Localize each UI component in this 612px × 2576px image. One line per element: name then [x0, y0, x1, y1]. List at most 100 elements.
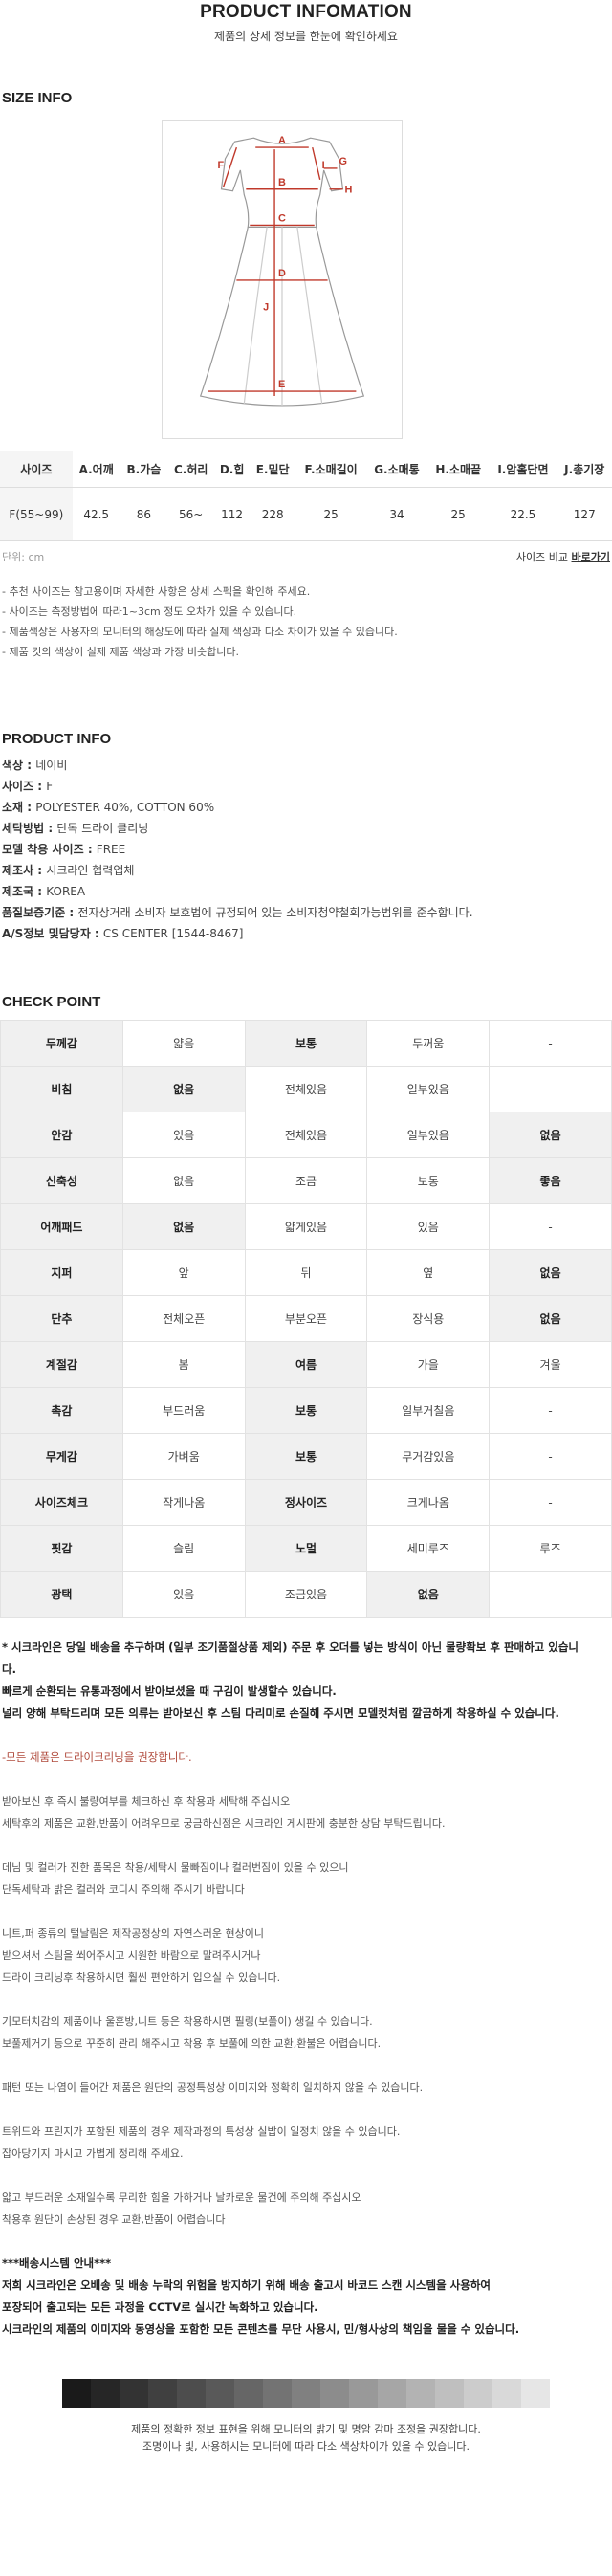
check-option: 조금있음 — [244, 1571, 368, 1618]
label-i: I — [322, 160, 325, 171]
check-option-selected: 보통 — [244, 1020, 368, 1067]
check-row-label: 무게감 — [0, 1433, 123, 1480]
product-info-item: 모델 착용 사이즈 : FREE — [2, 843, 126, 856]
shipping-notice-line: 포장되어 출고되는 모든 과정을 CCTV로 실시간 녹화하고 있습니다. — [2, 2301, 318, 2314]
check-option: 전체있음 — [244, 1112, 368, 1158]
care-bold-line: * 시크라인은 당일 배송을 추구하며 (일부 조기품절상품 제외) 주문 후 … — [2, 1640, 579, 1654]
size-cell: 56~ — [167, 487, 215, 541]
check-row: 핏감 슬림 노멀 세미루즈 루즈 — [0, 1525, 612, 1572]
check-option: 부분오픈 — [244, 1295, 368, 1342]
check-option: 슬림 — [121, 1525, 246, 1572]
check-row: 계절감 봄 여름 가을 겨울 — [0, 1341, 612, 1388]
care-line: 받아보신 후 즉시 불량여부를 체크하신 후 착용과 세탁해 주십시오 — [2, 1795, 291, 1808]
size-col-header: D.힙 — [214, 451, 250, 488]
page-subtitle: 제품의 상세 정보를 한눈에 확인하세요 — [214, 30, 398, 43]
check-row-label: 두께감 — [0, 1020, 123, 1067]
care-notice: * 시크라인은 당일 배송을 추구하며 (일부 조기품절상품 제외) 주문 후 … — [0, 1637, 612, 2341]
check-row: 사이즈체크 작게나옴 정사이즈 크게나옴 - — [0, 1479, 612, 1526]
check-row: 무게감 가벼움 보통 무거감있음 - — [0, 1433, 612, 1480]
check-option: 가벼움 — [121, 1433, 246, 1480]
check-row-label: 계절감 — [0, 1341, 123, 1388]
footer-line: 조명이나 빛, 사용하시는 모니터에 따라 다소 색상차이가 있을 수 있습니다… — [142, 2440, 470, 2453]
check-option: - — [489, 1433, 612, 1480]
label-c: C — [278, 212, 286, 224]
size-compare-link[interactable]: 사이즈 비교 바로가기 — [516, 549, 612, 564]
grayscale-swatch — [91, 2379, 120, 2408]
size-cell: 127 — [557, 487, 612, 541]
size-table: 사이즈 A.어깨 B.가슴 C.허리 D.힙 E.밑단 F.소매길이 G.소매통… — [0, 451, 612, 541]
check-option-selected: 보통 — [244, 1387, 368, 1434]
check-option: 조금 — [244, 1157, 368, 1204]
care-line: 니트,퍼 종류의 털날림은 제작공정상의 자연스러운 현상이니 — [2, 1927, 264, 1940]
care-line: 드라이 크리닝후 착용하시면 훨씬 편안하게 입으실 수 있습니다. — [2, 1971, 281, 1984]
shipping-notice-line: 저희 시크라인은 오배송 및 배송 누락의 위험을 방지하기 위해 배송 출고시… — [2, 2279, 491, 2292]
product-info-item: 제조국 : KOREA — [2, 885, 86, 898]
size-cell: 112 — [214, 487, 250, 541]
grayscale-swatch — [406, 2379, 435, 2408]
check-option: - — [489, 1203, 612, 1250]
check-option: 있음 — [121, 1112, 246, 1158]
size-note: - 제품색상은 사용자의 모니터의 해상도에 따라 실제 색상과 다소 차이가 … — [2, 626, 398, 638]
size-cell: 228 — [250, 487, 296, 541]
care-line: 단독세탁과 밝은 컬러와 코디시 주의해 주시기 바랍니다 — [2, 1883, 245, 1896]
check-option: 부드러움 — [121, 1387, 246, 1434]
label-a: A — [278, 135, 286, 146]
monitor-grayscale-bar — [62, 2379, 550, 2408]
product-info-item: 소재 : POLYESTER 40%, COTTON 60% — [2, 801, 215, 814]
size-col-header: E.밑단 — [250, 451, 296, 488]
check-option: 옆 — [366, 1249, 491, 1296]
care-bold-line: 다. — [2, 1662, 16, 1676]
check-row-label: 사이즈체크 — [0, 1479, 123, 1526]
check-row: 안감 있음 전체있음 일부있음 없음 — [0, 1112, 612, 1158]
label-f: F — [218, 160, 225, 171]
grayscale-swatch — [148, 2379, 177, 2408]
label-e: E — [278, 379, 285, 390]
product-info-item: 사이즈 : F — [2, 780, 54, 793]
check-option: 봄 — [121, 1341, 246, 1388]
check-option: 보통 — [366, 1157, 491, 1204]
care-line: 착용후 원단이 손상된 경우 교환,반품이 어렵습니다 — [2, 2213, 226, 2226]
care-line: 잡아당기지 마시고 가볍게 정리해 주세요. — [2, 2147, 184, 2160]
grayscale-swatch — [320, 2379, 349, 2408]
product-info-item: 세탁방법 : 단독 드라이 클리닝 — [2, 822, 149, 835]
grayscale-swatch — [349, 2379, 378, 2408]
check-option: 얇음 — [121, 1020, 246, 1067]
check-option: 작게나옴 — [121, 1479, 246, 1526]
check-option: - — [489, 1479, 612, 1526]
shipping-notice-line: 시크라인의 제품의 이미지와 동영상을 포함한 모든 콘텐츠를 무단 사용시, … — [2, 2323, 520, 2336]
check-row: 지퍼 앞 뒤 옆 없음 — [0, 1249, 612, 1296]
check-row: 어깨패드 없음 얇게있음 있음 - — [0, 1203, 612, 1250]
check-row: 단추 전체오픈 부분오픈 장식용 없음 — [0, 1295, 612, 1342]
grayscale-swatch — [292, 2379, 320, 2408]
check-option: 일부거칠음 — [366, 1387, 491, 1434]
check-option: 뒤 — [244, 1249, 368, 1296]
label-d: D — [278, 268, 286, 279]
check-row-label: 지퍼 — [0, 1249, 123, 1296]
label-h: H — [344, 185, 352, 196]
check-option: 얇게있음 — [244, 1203, 368, 1250]
size-note: - 사이즈는 측정방법에 따라1~3cm 정도 오차가 있을 수 있습니다. — [2, 605, 297, 618]
check-option-selected: 여름 — [244, 1341, 368, 1388]
grayscale-swatch — [234, 2379, 263, 2408]
check-option-selected: 없음 — [121, 1203, 246, 1250]
size-col-header: I.암홀단면 — [489, 451, 557, 488]
check-point-table: 두께감 얇음 보통 두꺼움 - 비침 없음 전체있음 일부있음 - 안감 있음 전체있음 일부있음 없음 신축… — [0, 1020, 612, 1618]
check-row-label: 촉감 — [0, 1387, 123, 1434]
size-col-header: G.소매통 — [365, 451, 427, 488]
check-option-selected: 보통 — [244, 1433, 368, 1480]
check-option: 전체있음 — [244, 1066, 368, 1112]
product-info-item: A/S정보 및담당자 : CS CENTER [1544-8467] — [2, 927, 244, 940]
size-cell: 25 — [295, 487, 366, 541]
size-table-header: 사이즈 A.어깨 B.가슴 C.허리 D.힙 E.밑단 F.소매길이 G.소매통… — [0, 451, 612, 488]
unit-label: 단위: cm — [2, 551, 45, 563]
size-cell: 42.5 — [72, 487, 120, 541]
size-cell: F(55~99) — [0, 487, 73, 541]
check-option-selected: 없음 — [366, 1571, 491, 1618]
size-col-header: F.소매길이 — [295, 451, 366, 488]
check-option: 무거감있음 — [366, 1433, 491, 1480]
size-col-header: B.가슴 — [120, 451, 168, 488]
check-option-selected: 없음 — [489, 1112, 612, 1158]
check-option-selected: 없음 — [489, 1295, 612, 1342]
size-compare-go[interactable]: 바로가기 — [572, 551, 610, 563]
care-line: 받으셔서 스팀을 쐬어주시고 시원한 바람으로 말려주시거나 — [2, 1949, 261, 1962]
